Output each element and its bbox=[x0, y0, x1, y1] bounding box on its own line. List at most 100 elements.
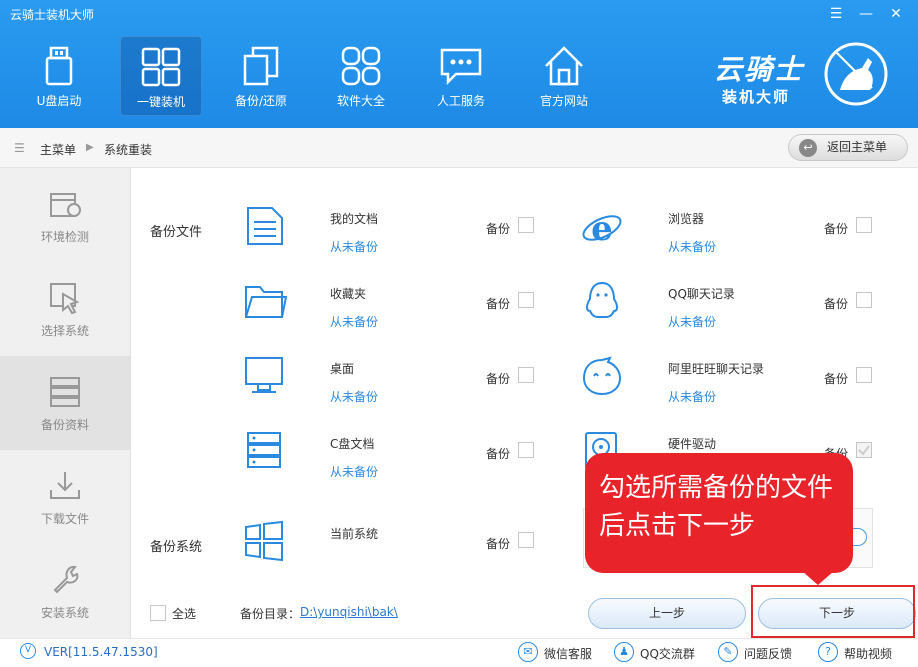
nav-label: 一键装机 bbox=[136, 95, 185, 109]
backup-label: 备份 bbox=[486, 222, 511, 236]
sidebar-item-env-check[interactable]: 环境检测 bbox=[0, 168, 130, 262]
backup-label: 备份 bbox=[824, 222, 849, 236]
item-status: 从未备份 bbox=[330, 465, 379, 479]
nav-one-click-install[interactable]: 一键装机 bbox=[120, 36, 202, 116]
item-name: 阿里旺旺聊天记录 bbox=[668, 362, 765, 376]
server-icon bbox=[247, 432, 281, 468]
knight-logo-icon bbox=[824, 42, 888, 106]
ie-icon: e bbox=[582, 209, 622, 248]
backup-checkbox[interactable] bbox=[856, 442, 872, 458]
footer-link-qq[interactable]: QQ交流群 bbox=[640, 645, 695, 662]
section-label-system: 备份系统 bbox=[150, 540, 203, 555]
sidebar: 环境检测 选择系统 备份资料 下载文件 安装系统 bbox=[0, 168, 131, 638]
wangwang-icon bbox=[582, 356, 622, 396]
item-name: 浏览器 bbox=[668, 212, 705, 226]
nav-label: 人工服务 bbox=[436, 94, 485, 108]
item-status: 从未备份 bbox=[668, 390, 717, 404]
breadcrumb-current: 系统重装 bbox=[104, 143, 153, 157]
callout-tail bbox=[802, 571, 834, 585]
version-label: VER[11.5.47.1530] bbox=[44, 645, 158, 659]
nav-label: 备份/还原 bbox=[234, 94, 288, 108]
item-status: 从未备份 bbox=[330, 315, 379, 329]
backup-checkbox[interactable] bbox=[856, 367, 872, 383]
download-icon bbox=[50, 472, 80, 499]
menu-icon[interactable]: ☰ bbox=[826, 4, 846, 24]
nav-backup-restore[interactable]: 备份/还原 bbox=[220, 36, 302, 116]
home-icon bbox=[545, 46, 583, 86]
backup-dir-label: 备份目录： bbox=[240, 607, 301, 621]
back-to-menu-button[interactable]: ↩ 返回主菜单 bbox=[788, 134, 908, 161]
list-item: 收藏夹 从未备份 备份 bbox=[242, 279, 562, 349]
nav-website[interactable]: 官方网站 bbox=[523, 36, 605, 116]
nav-service[interactable]: 人工服务 bbox=[420, 36, 502, 116]
sidebar-item-backup[interactable]: 备份资料 bbox=[0, 356, 130, 450]
footer-link-wechat[interactable]: 微信客服 bbox=[544, 645, 592, 662]
item-status: 从未备份 bbox=[330, 390, 379, 404]
minimize-icon[interactable]: — bbox=[856, 4, 876, 24]
toolbox-icon bbox=[50, 193, 81, 217]
backup-checkbox[interactable] bbox=[518, 217, 534, 233]
backup-checkbox[interactable] bbox=[518, 292, 534, 308]
list-icon: ☰ bbox=[14, 141, 25, 155]
sidebar-label: 备份资料 bbox=[40, 418, 89, 432]
sidebar-label: 安装系统 bbox=[40, 606, 89, 620]
backup-checkbox[interactable] bbox=[518, 532, 534, 548]
footer-link-feedback[interactable]: 问题反馈 bbox=[744, 645, 792, 662]
list-item: 桌面 从未备份 备份 bbox=[242, 354, 562, 424]
copy-icon bbox=[243, 46, 279, 86]
item-name: QQ聊天记录 bbox=[668, 287, 735, 301]
version-icon: V bbox=[20, 643, 36, 659]
chat-icon bbox=[440, 48, 482, 86]
arrow-right-icon: ▶ bbox=[86, 142, 94, 153]
qq-group-icon: ♟ bbox=[614, 642, 634, 662]
server-icon bbox=[50, 377, 80, 407]
select-all-checkbox[interactable] bbox=[150, 605, 166, 621]
backup-label: 备份 bbox=[486, 537, 511, 551]
list-item: 我的文档 从未备份 备份 bbox=[242, 204, 562, 274]
prev-step-button[interactable]: 上一步 bbox=[588, 598, 746, 629]
backup-checkbox[interactable] bbox=[856, 292, 872, 308]
brand: 云骑士 装机大师 bbox=[712, 40, 912, 120]
document-icon bbox=[247, 207, 283, 245]
nav-label: U盘启动 bbox=[36, 94, 82, 108]
backup-dir-link[interactable]: D:\yunqishi\bak\ bbox=[300, 605, 398, 619]
list-item: 当前系统 备份 bbox=[242, 519, 562, 589]
item-name: 桌面 bbox=[330, 362, 355, 376]
sidebar-item-install[interactable]: 安装系统 bbox=[0, 544, 130, 638]
brand-subtitle: 装机大师 bbox=[722, 88, 791, 106]
backup-checkbox[interactable] bbox=[518, 367, 534, 383]
item-name: C盘文档 bbox=[330, 437, 375, 451]
backup-label: 备份 bbox=[486, 372, 511, 386]
backup-checkbox[interactable] bbox=[856, 217, 872, 233]
select-all-label: 全选 bbox=[172, 607, 197, 621]
item-status: 从未备份 bbox=[668, 240, 717, 254]
feedback-icon: ✎ bbox=[718, 642, 738, 662]
footer-link-help[interactable]: 帮助视频 bbox=[844, 645, 892, 662]
item-status: 从未备份 bbox=[330, 240, 379, 254]
nav-usb-boot[interactable]: U盘启动 bbox=[18, 36, 100, 116]
item-name: 当前系统 bbox=[330, 527, 379, 541]
backup-checkbox[interactable] bbox=[518, 442, 534, 458]
breadcrumb: ☰ 主菜单 ▶ 系统重装 bbox=[0, 128, 918, 168]
nav-software[interactable]: 软件大全 bbox=[320, 36, 402, 116]
sidebar-label: 下载文件 bbox=[40, 512, 89, 526]
sidebar-label: 选择系统 bbox=[40, 324, 89, 338]
header: 云骑士装机大师 ☰ — ✕ U盘启动 一键装机 备份/还原 软件大全 人工服务 … bbox=[0, 0, 918, 128]
instruction-callout: 勾选所需备份的文件 后点击下一步 bbox=[585, 453, 853, 573]
backup-label: 备份 bbox=[824, 297, 849, 311]
nav-label: 软件大全 bbox=[336, 94, 385, 108]
backup-label: 备份 bbox=[486, 447, 511, 461]
item-name: 硬件驱动 bbox=[668, 437, 717, 451]
breadcrumb-root[interactable]: 主菜单 bbox=[40, 141, 76, 158]
folder-icon bbox=[245, 286, 288, 318]
item-name: 我的文档 bbox=[330, 212, 379, 226]
sidebar-item-download[interactable]: 下载文件 bbox=[0, 450, 130, 544]
sidebar-item-select-system[interactable]: 选择系统 bbox=[0, 262, 130, 356]
windows-icon bbox=[245, 520, 283, 562]
wechat-icon: ✉ bbox=[518, 642, 538, 662]
svg-text:e: e bbox=[591, 209, 613, 248]
close-icon[interactable]: ✕ bbox=[886, 4, 906, 24]
cursor-icon bbox=[50, 283, 80, 315]
section-label-files: 备份文件 bbox=[150, 225, 203, 240]
qq-icon bbox=[586, 281, 618, 318]
